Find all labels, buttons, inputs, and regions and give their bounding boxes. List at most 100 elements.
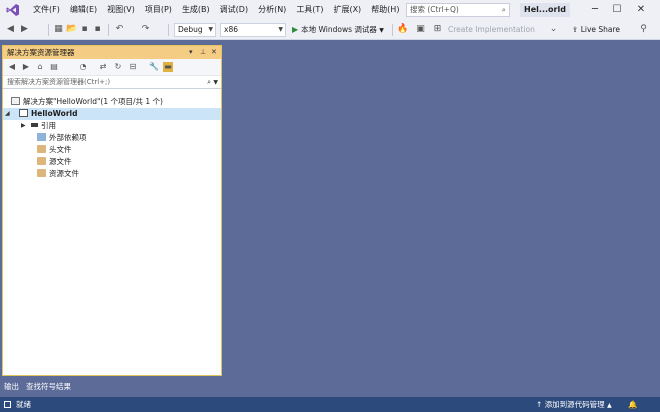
- menu-build[interactable]: 生成(B): [177, 0, 215, 20]
- open-file-icon[interactable]: 📂: [66, 24, 77, 35]
- forward-icon[interactable]: ▶: [21, 62, 31, 72]
- project-name-badge: Hel...orld: [520, 3, 570, 17]
- camera-icon[interactable]: ▣: [415, 24, 426, 35]
- chevron-down-icon: ▼: [379, 27, 384, 34]
- solution-search-input[interactable]: 搜索解决方案资源管理器(Ctrl+;) ⌕ ▼: [3, 76, 221, 89]
- global-search-placeholder: 搜索 (Ctrl+Q): [410, 5, 459, 14]
- solution-search-placeholder: 搜索解决方案资源管理器(Ctrl+;): [7, 78, 111, 86]
- solution-explorer-panel: 解决方案资源管理器 ▾ ⊥ ✕ ◀ ▶ ⌂ ▤ ◔ ⇄ ↻ ⊟ 🔧 ▬ 搜索解决…: [2, 45, 222, 376]
- configuration-value: Debug: [178, 25, 203, 34]
- tree-item-resource-files[interactable]: 资源文件: [37, 168, 79, 180]
- search-icon: ⌕: [501, 5, 506, 14]
- external-dependencies-icon: [37, 133, 46, 141]
- redo-icon[interactable]: ↷: [140, 24, 151, 35]
- notifications-bell-icon[interactable]: 🔔: [628, 397, 637, 412]
- tree-item-label: 外部依赖项: [49, 133, 87, 142]
- expanded-arrow-icon: ◢: [5, 110, 10, 117]
- back-icon[interactable]: ◀: [7, 62, 17, 72]
- tree-item-references[interactable]: ▶ 引用: [21, 120, 56, 132]
- chevron-down-icon: ▼: [278, 26, 283, 33]
- create-implementation-button[interactable]: Create Implementation: [448, 23, 535, 37]
- tab-output[interactable]: 输出: [4, 381, 19, 393]
- folder-icon: [37, 169, 46, 177]
- menu-tools[interactable]: 工具(T): [291, 0, 328, 20]
- new-project-icon[interactable]: ▦: [53, 24, 64, 35]
- menu-analyze[interactable]: 分析(N): [253, 0, 291, 20]
- back-icon[interactable]: ◀: [5, 24, 16, 35]
- solution-icon: [11, 97, 20, 105]
- tree-item-header-files[interactable]: 头文件: [37, 144, 72, 156]
- solution-explorer-header: 解决方案资源管理器 ▾ ⊥ ✕: [3, 46, 221, 59]
- menu-file[interactable]: 文件(F): [28, 0, 65, 20]
- solution-node[interactable]: 解决方案"HelloWorld"(1 个项目/共 1 个): [11, 96, 163, 108]
- status-window-icon: [4, 401, 11, 408]
- forward-icon[interactable]: ▶: [19, 24, 30, 35]
- maximize-button[interactable]: ☐: [606, 0, 628, 20]
- pin-icon[interactable]: ⊞: [432, 24, 443, 35]
- global-search-input[interactable]: 搜索 (Ctrl+Q) ⌕: [406, 3, 510, 17]
- sync-icon[interactable]: ⇄: [98, 62, 108, 72]
- tree-item-external-dependencies[interactable]: 外部依赖项: [37, 132, 87, 144]
- tree-item-label: 资源文件: [49, 169, 79, 178]
- properties-icon[interactable]: 🔧: [149, 62, 159, 72]
- start-debugging-button[interactable]: ▶ 本地 Windows 调试器 ▼: [292, 23, 384, 37]
- panel-menu-icon[interactable]: ▾: [189, 46, 193, 59]
- preview-icon[interactable]: ▬: [163, 62, 173, 72]
- chevron-down-icon: ▼: [213, 79, 218, 86]
- close-icon[interactable]: ✕: [211, 46, 217, 59]
- switch-views-icon[interactable]: ▤: [49, 62, 59, 72]
- solution-explorer-title: 解决方案资源管理器: [7, 48, 75, 57]
- add-to-source-control-label: 添加到源代码管理: [544, 400, 605, 409]
- chevron-down-icon: ▼: [208, 26, 213, 33]
- menu-project[interactable]: 项目(P): [140, 0, 177, 20]
- live-share-icon: ⇪: [572, 25, 579, 34]
- menu-help[interactable]: 帮助(H): [366, 0, 404, 20]
- chevron-up-icon: ▲: [607, 402, 612, 409]
- tree-item-label: 引用: [41, 121, 56, 130]
- home-icon[interactable]: ⌂: [35, 62, 45, 72]
- hot-reload-icon[interactable]: 🔥: [397, 24, 408, 35]
- save-icon[interactable]: ▪: [79, 24, 90, 35]
- pin-icon[interactable]: ⊥: [200, 46, 206, 59]
- solution-label: 解决方案"HelloWorld"(1 个项目/共 1 个): [23, 97, 163, 106]
- tree-item-source-files[interactable]: 源文件: [37, 156, 72, 168]
- undo-icon[interactable]: ↶: [114, 24, 125, 35]
- tree-item-label: 头文件: [49, 145, 72, 154]
- solution-explorer-toolbar: ◀ ▶ ⌂ ▤ ◔ ⇄ ↻ ⊟ 🔧 ▬: [3, 59, 221, 76]
- configuration-select[interactable]: Debug ▼: [174, 23, 216, 37]
- pending-changes-icon[interactable]: ◔: [78, 62, 88, 72]
- close-button[interactable]: ✕: [630, 0, 652, 20]
- toolbar-separator: [168, 24, 169, 36]
- toolbar-overflow-icon[interactable]: ⌄: [548, 24, 559, 35]
- toolbar-separator: [392, 24, 393, 36]
- project-label: HelloWorld: [31, 109, 78, 118]
- live-share-button[interactable]: ⇪ Live Share: [572, 23, 620, 37]
- menu-debug[interactable]: 调试(D): [215, 0, 253, 20]
- save-all-icon[interactable]: ▪: [92, 24, 103, 35]
- toolbar-separator: [48, 24, 49, 36]
- arrow-up-icon: ↑: [536, 400, 543, 409]
- menu-extensions[interactable]: 扩展(X): [328, 0, 366, 20]
- standard-toolbar: ◀ ▶ ▦ 📂 ▪ ▪ ↶ ↷ Debug ▼ x86 ▼ ▶ 本地 Window…: [0, 20, 660, 40]
- create-implementation-label: Create Implementation: [448, 25, 535, 34]
- minimize-button[interactable]: ─: [584, 0, 606, 20]
- status-bar: 就绪 ↑ 添加到源代码管理 ▲ 🔔: [0, 397, 660, 412]
- tree-item-label: 源文件: [49, 157, 72, 166]
- project-node[interactable]: ◢ HelloWorld: [3, 108, 221, 120]
- start-debugging-label: 本地 Windows 调试器: [301, 25, 377, 34]
- toolbar-separator: [108, 24, 109, 36]
- search-icon: ⌕: [207, 78, 211, 86]
- menu-view[interactable]: 视图(V): [102, 0, 140, 20]
- cpp-project-icon: [19, 109, 28, 117]
- menu-edit[interactable]: 编辑(E): [65, 0, 102, 20]
- collapse-all-icon[interactable]: ⊟: [128, 62, 138, 72]
- play-icon: ▶: [292, 25, 299, 34]
- platform-select[interactable]: x86 ▼: [220, 23, 286, 37]
- add-to-source-control-button[interactable]: ↑ 添加到源代码管理 ▲: [536, 397, 612, 412]
- live-share-label: Live Share: [580, 25, 621, 34]
- refresh-icon[interactable]: ↻: [113, 62, 123, 72]
- status-text: 就绪: [16, 400, 31, 409]
- visual-studio-logo-icon: [6, 4, 19, 16]
- feedback-icon[interactable]: ⚲: [638, 24, 649, 35]
- tab-find-symbol-results[interactable]: 查找符号结果: [26, 381, 71, 393]
